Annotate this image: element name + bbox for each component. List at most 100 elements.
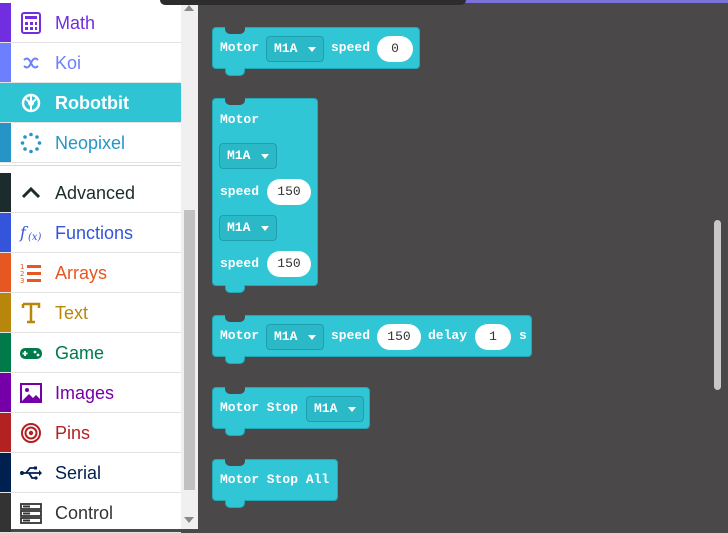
speed-input[interactable]: 0 [377, 36, 413, 62]
target-icon [21, 423, 41, 443]
toolbox-item-label: Functions [55, 223, 134, 243]
toolbox-item-arrays[interactable]: 1 2 3 Arrays [0, 253, 181, 293]
block-label: Motor [220, 328, 260, 343]
toolbox-item-pins[interactable]: Pins [0, 413, 181, 453]
speed-input[interactable]: 150 [267, 179, 311, 205]
block-label: Motor Stop All [220, 472, 330, 487]
motor-dropdown[interactable]: M1A [266, 324, 324, 350]
block-notch [225, 387, 245, 394]
block-notch [225, 315, 245, 322]
block-tab [225, 285, 245, 293]
gamepad-icon [20, 348, 42, 359]
category-color-bar [0, 3, 11, 42]
unit-label: s [519, 328, 527, 343]
toolbox-item-label: Robotbit [55, 93, 129, 113]
toolbox-item-label: Pins [55, 423, 91, 443]
usb-icon [20, 466, 42, 480]
block-label: speed [331, 40, 371, 55]
toolbox-item-serial[interactable]: Serial [0, 453, 181, 493]
toolbox-item-math[interactable]: Math [0, 3, 181, 43]
motor-speed-delay-block[interactable]: Motor M1A speed 150 delay 1 s [212, 315, 532, 364]
toolbox-item-control[interactable]: Control [0, 493, 181, 533]
toolbox-item-label: Images [55, 383, 115, 403]
chevron-down-icon [308, 47, 316, 52]
motor-dual-speed-block[interactable]: Motor M1A speed 150 M1A speed 150 [212, 98, 318, 293]
chevron-down-icon [348, 407, 356, 412]
workspace-scrollbar[interactable] [714, 220, 721, 390]
speed-input[interactable]: 150 [377, 324, 421, 350]
category-color-bar [0, 123, 11, 162]
motor-speed-block[interactable]: Motor M1A speed 0 [212, 27, 420, 76]
toolbox-item-label: Arrays [55, 263, 108, 283]
block-tab [225, 356, 245, 364]
toolbox-item-text[interactable]: Text [0, 293, 181, 333]
list-icon: 1 2 3 [20, 263, 41, 284]
chevron-down-icon [261, 154, 269, 159]
scroll-up-icon[interactable] [184, 5, 194, 11]
motor-dropdown[interactable]: M1A [266, 36, 324, 62]
toolbox-item-label: Game [55, 343, 105, 363]
block-notch [225, 98, 245, 105]
toolbox-item-functions[interactable]: f (x) Functions [0, 213, 181, 253]
toolbox: Math Koi Robotbit Neopixel Advanced f (x… [0, 0, 181, 533]
calculator-icon [21, 12, 41, 34]
category-color-bar [0, 253, 11, 292]
block-label: speed [331, 328, 371, 343]
server-icon [20, 503, 42, 524]
block-tab [225, 68, 245, 76]
toolbox-item-label: Text [55, 303, 89, 323]
block-label: Motor Stop [220, 400, 299, 415]
category-color-bar [0, 293, 11, 332]
dropdown-value: M1A [274, 329, 298, 344]
text-icon [21, 302, 41, 324]
toolbox-item-robotbit[interactable]: Robotbit [0, 83, 181, 123]
block-notch [225, 27, 245, 34]
svg-text:(x): (x) [28, 232, 42, 243]
header-tab-edge [160, 0, 466, 5]
toolbox-item-label: Advanced [55, 183, 136, 203]
category-color-bar [0, 493, 11, 532]
motor-stop-block[interactable]: Motor Stop M1A [212, 387, 370, 436]
chevron-down-icon [261, 226, 269, 231]
dropdown-value: M1A [274, 41, 298, 56]
toolbox-item-neopixel[interactable]: Neopixel [0, 123, 181, 163]
category-color-bar [0, 373, 11, 412]
toolbox-scrollbar-thumb[interactable] [184, 210, 195, 490]
koi-icon [23, 57, 39, 69]
toolbox-item-label: Control [55, 503, 114, 523]
category-color-bar [0, 453, 11, 492]
toolbox-item-images[interactable]: Images [0, 373, 181, 413]
rebel-icon [21, 93, 41, 113]
block-tab [225, 428, 245, 436]
block-tab [225, 500, 245, 508]
motor-dropdown[interactable]: M1A [219, 143, 277, 169]
block-label: speed [220, 184, 260, 199]
toolbox-item-game[interactable]: Game [0, 333, 181, 373]
speed-input[interactable]: 150 [267, 251, 311, 277]
chevron-up-icon [21, 186, 41, 199]
block-label: Motor [220, 40, 260, 55]
neopixel-icon [20, 132, 42, 154]
toolbox-item-koi[interactable]: Koi [0, 43, 181, 83]
chevron-down-icon [308, 335, 316, 340]
toolbox-divider [0, 165, 181, 171]
category-color-bar [0, 413, 11, 452]
toolbox-item-label: Serial [55, 463, 102, 483]
motor-stop-all-block[interactable]: Motor Stop All [212, 459, 338, 508]
block-label: Motor [220, 112, 260, 127]
toolbox-item-label: Neopixel [55, 133, 126, 153]
delay-input[interactable]: 1 [475, 324, 511, 350]
toolbox-item-advanced[interactable]: Advanced [0, 173, 181, 213]
dropdown-value: M1A [227, 148, 251, 163]
toolbox-item-label: Math [55, 13, 96, 33]
svg-text:3: 3 [20, 277, 24, 284]
block-label: speed [220, 256, 260, 271]
category-color-bar [0, 213, 11, 252]
category-color-bar [0, 83, 11, 122]
motor-dropdown[interactable]: M1A [219, 215, 277, 241]
motor-dropdown[interactable]: M1A [306, 396, 364, 422]
dropdown-value: M1A [314, 401, 338, 416]
scroll-down-icon[interactable] [184, 517, 194, 523]
category-color-bar [0, 333, 11, 372]
toolbox-item-label: Koi [55, 53, 82, 73]
